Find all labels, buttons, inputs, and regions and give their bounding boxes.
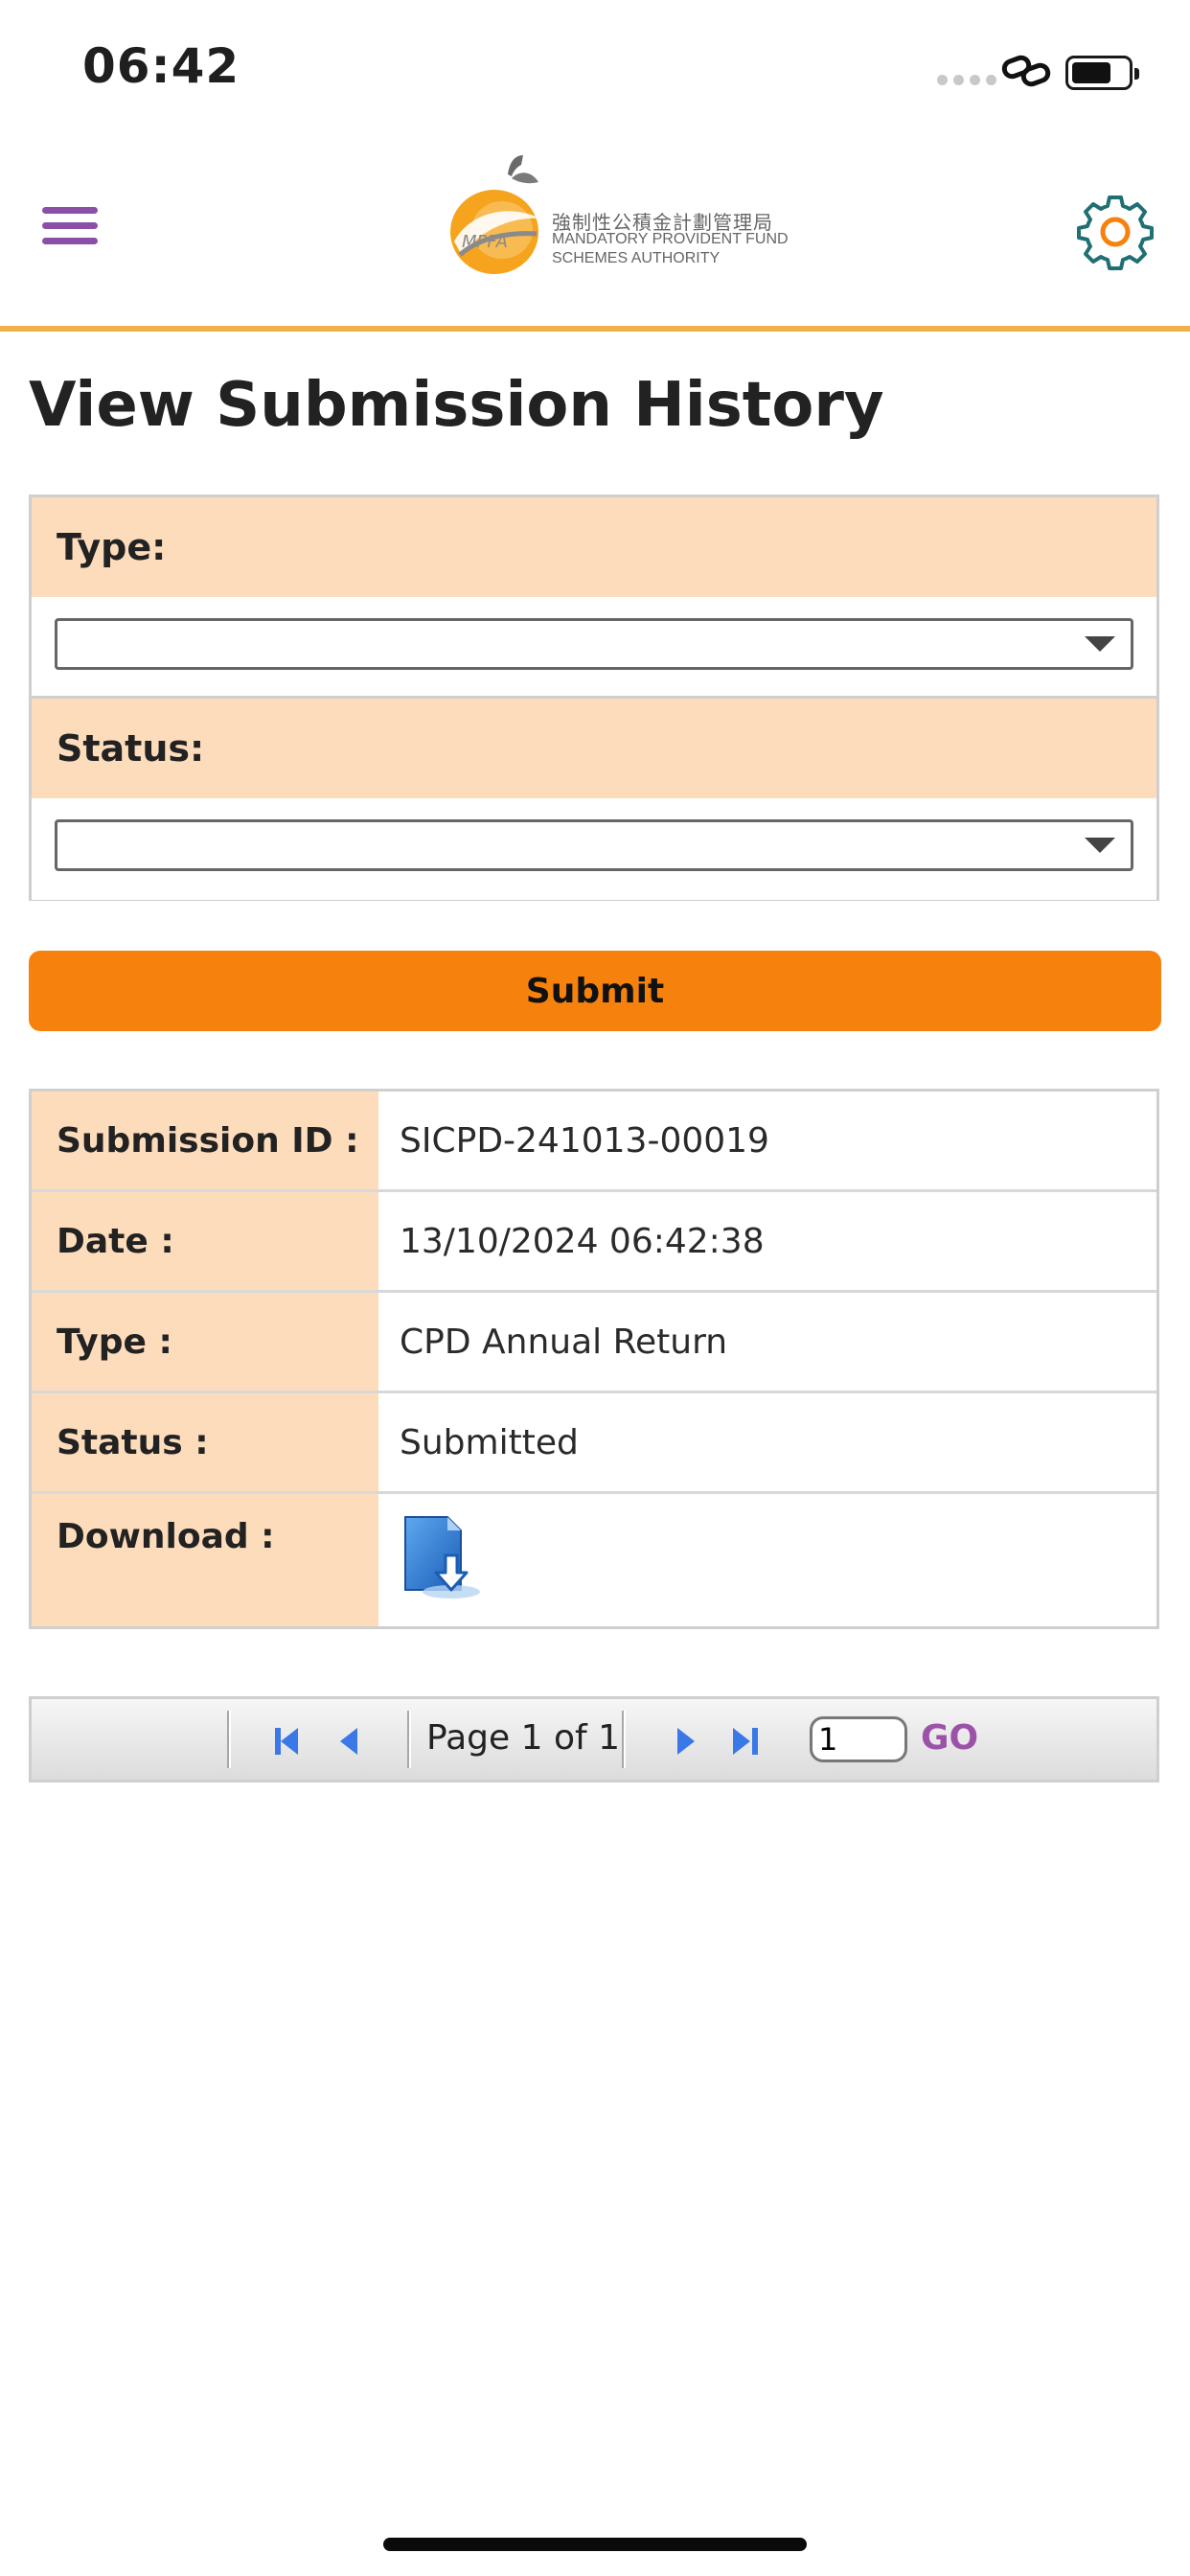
submit-button[interactable]: Submit (29, 951, 1161, 1031)
download-value (378, 1494, 1156, 1626)
last-page-icon[interactable] (725, 1720, 767, 1762)
table-row: Submission ID : SICPD-241013-00019 (32, 1092, 1156, 1192)
battery-icon (1065, 56, 1139, 90)
page-info-text: Page 1 of 1 (426, 1718, 620, 1758)
signal-icon (937, 75, 996, 85)
next-page-icon[interactable] (664, 1720, 706, 1762)
link-icon (1001, 55, 1051, 87)
status-label: Status : (32, 1393, 378, 1491)
status-filter-label: Status: (32, 699, 1156, 798)
page-title: View Submission History (29, 370, 884, 441)
logo-en-text: MANDATORY PROVIDENT FUND SCHEMES AUTHORI… (552, 230, 789, 268)
status-value: Submitted (400, 1422, 579, 1462)
table-row: Status : Submitted (32, 1393, 1156, 1494)
table-row: Date : 13/10/2024 06:42:38 (32, 1192, 1156, 1293)
submission-details-table: Submission ID : SICPD-241013-00019 Date … (29, 1089, 1159, 1629)
status-select[interactable] (55, 819, 1133, 871)
status-time: 06:42 (82, 38, 240, 94)
type-value: CPD Annual Return (400, 1322, 728, 1362)
logo-en-line1: MANDATORY PROVIDENT FUND (552, 231, 789, 247)
filter-panel: Type: Status: (29, 494, 1159, 901)
chevron-down-icon (1085, 838, 1115, 853)
pager-divider (227, 1711, 229, 1768)
page-number-input[interactable] (810, 1716, 907, 1762)
download-document-icon[interactable] (400, 1513, 486, 1601)
submission-id-value: SICPD-241013-00019 (400, 1120, 769, 1161)
type-filter-label: Type: (32, 497, 1156, 597)
table-row: Type : CPD Annual Return (32, 1293, 1156, 1393)
type-select[interactable] (55, 618, 1133, 670)
chevron-down-icon (1085, 636, 1115, 652)
pagination-bar: Page 1 of 1 GO (29, 1696, 1159, 1782)
logo-en-line2: SCHEMES AUTHORITY (552, 250, 721, 266)
mpfa-logo: MPFA 強制性公積金計劃管理局 MANDATORY PROVIDENT FUN… (441, 155, 789, 280)
mpfa-logo-mark: MPFA (450, 155, 540, 274)
hamburger-menu-icon[interactable] (42, 207, 98, 249)
date-label: Date : (32, 1192, 378, 1290)
type-label: Type : (32, 1293, 378, 1391)
type-filter-field (32, 597, 1156, 699)
home-indicator (383, 2538, 807, 2551)
status-filter-field (32, 798, 1156, 900)
svg-text:MPFA: MPFA (462, 232, 508, 252)
first-page-icon[interactable] (265, 1720, 308, 1762)
pager-divider (407, 1711, 409, 1768)
go-button[interactable]: GO (921, 1718, 978, 1758)
status-bar: 06:42 (0, 0, 1190, 134)
app-header: MPFA 強制性公積金計劃管理局 MANDATORY PROVIDENT FUN… (0, 134, 1190, 332)
date-value: 13/10/2024 06:42:38 (400, 1221, 765, 1261)
submission-id-label: Submission ID : (32, 1092, 378, 1189)
pager-divider (622, 1711, 624, 1768)
download-label: Download : (32, 1494, 378, 1626)
settings-gear-icon[interactable] (1077, 194, 1154, 270)
previous-page-icon[interactable] (329, 1720, 371, 1762)
table-row: Download : (32, 1494, 1156, 1626)
